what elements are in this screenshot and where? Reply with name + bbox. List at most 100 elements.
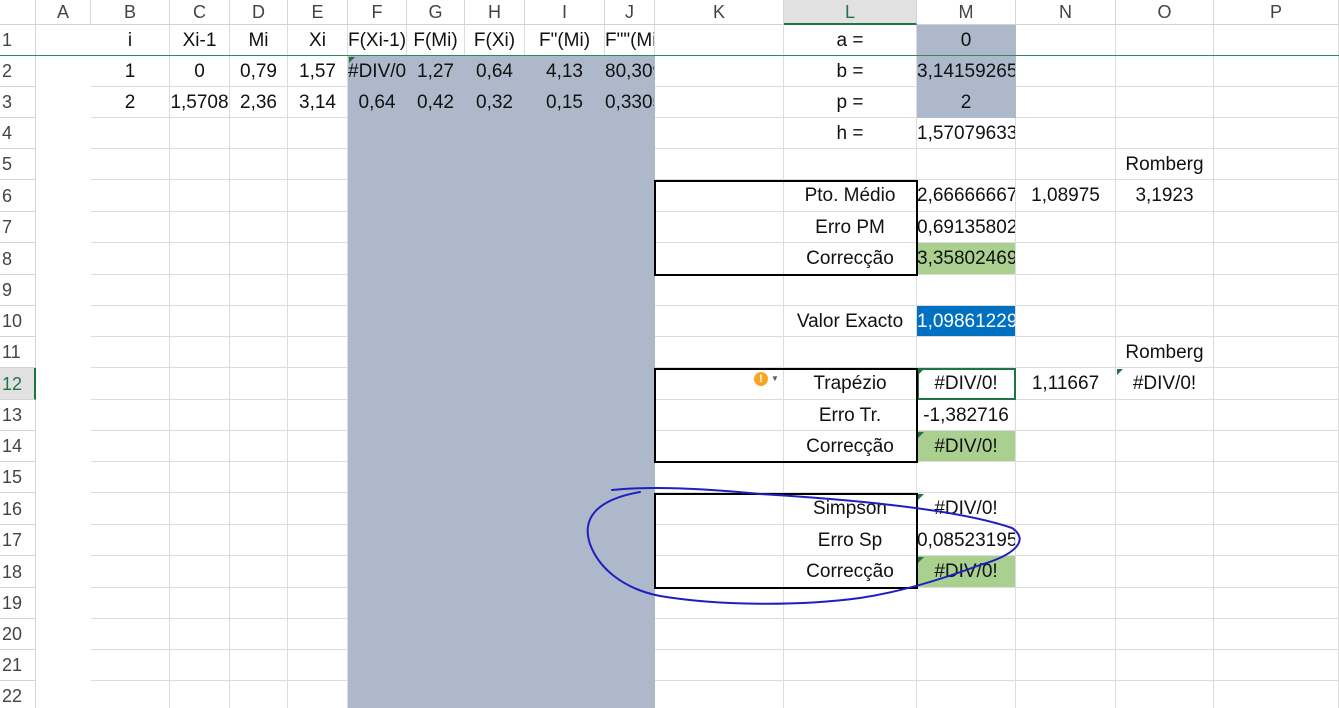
cell-a14[interactable] xyxy=(91,431,170,462)
cell-i18[interactable] xyxy=(605,556,655,588)
cell-d13[interactable] xyxy=(288,400,348,431)
cell-j19[interactable] xyxy=(655,588,784,619)
cell-n3[interactable] xyxy=(1116,87,1214,118)
cell-f20[interactable] xyxy=(407,619,465,650)
cell-i10[interactable] xyxy=(605,306,655,337)
cell-a7[interactable] xyxy=(91,212,170,243)
cell-l15[interactable] xyxy=(917,462,1016,493)
cell-a11[interactable] xyxy=(91,337,170,368)
cell-b12[interactable] xyxy=(170,368,230,400)
cell-b16[interactable] xyxy=(170,493,230,525)
cell-n6[interactable]: 3,1923 xyxy=(1116,180,1214,212)
cell-c3[interactable]: 2,36 xyxy=(230,87,288,118)
cell-g11[interactable] xyxy=(465,337,525,368)
cell-a21[interactable] xyxy=(91,650,170,681)
cell-k4[interactable]: h = xyxy=(784,118,917,149)
cell-n19[interactable] xyxy=(1116,588,1214,619)
cell-c11[interactable] xyxy=(230,337,288,368)
cell-f11[interactable] xyxy=(407,337,465,368)
cell-c19[interactable] xyxy=(230,588,288,619)
cell-l18[interactable]: #DIV/0! xyxy=(917,556,1016,588)
cell-e2[interactable]: #DIV/0 xyxy=(348,56,407,87)
cell-k19[interactable] xyxy=(784,588,917,619)
cell-a3[interactable]: 2 xyxy=(91,87,170,118)
cell-a19[interactable] xyxy=(91,588,170,619)
cell-k14[interactable]: Correcção xyxy=(784,431,917,462)
cell-i21[interactable] xyxy=(605,650,655,681)
cell-l5[interactable] xyxy=(917,149,1016,180)
cell-f8[interactable] xyxy=(407,243,465,275)
cell-l11[interactable] xyxy=(917,337,1016,368)
cell-n20[interactable] xyxy=(1116,619,1214,650)
cell-f17[interactable] xyxy=(407,525,465,556)
cell-k1[interactable]: a = xyxy=(784,25,917,56)
cell-l14[interactable]: #DIV/0! xyxy=(917,431,1016,462)
cell-f15[interactable] xyxy=(407,462,465,493)
cell-d15[interactable] xyxy=(288,462,348,493)
cell-b3[interactable]: 1,5708 xyxy=(170,87,230,118)
cell-k5[interactable] xyxy=(784,149,917,180)
cell-g19[interactable] xyxy=(465,588,525,619)
cell-h8[interactable] xyxy=(525,243,605,275)
cell-l9[interactable] xyxy=(917,275,1016,306)
cell-f3[interactable]: 0,42 xyxy=(407,87,465,118)
cell-i1[interactable]: F""(Mi) xyxy=(605,25,655,56)
cell-b8[interactable] xyxy=(170,243,230,275)
cell-a12[interactable] xyxy=(91,368,170,400)
row-header-5[interactable]: 5 xyxy=(0,149,36,180)
cell-j18[interactable] xyxy=(655,556,784,588)
cell-n11[interactable]: Romberg xyxy=(1116,337,1214,368)
cell-m19[interactable] xyxy=(1016,588,1116,619)
cell-j5[interactable] xyxy=(655,149,784,180)
cell-a1[interactable]: i xyxy=(91,25,170,56)
row-header-7[interactable]: 7 xyxy=(0,212,36,243)
cell-m22[interactable] xyxy=(1016,681,1116,708)
cell-b6[interactable] xyxy=(170,180,230,212)
row-header-22[interactable]: 22 xyxy=(0,681,36,708)
cell-j20[interactable] xyxy=(655,619,784,650)
cell-n21[interactable] xyxy=(1116,650,1214,681)
cell-h12[interactable] xyxy=(525,368,605,400)
cell-e14[interactable] xyxy=(348,431,407,462)
cell-m1[interactable] xyxy=(1016,25,1116,56)
column-header-e[interactable]: E xyxy=(288,0,348,25)
cell-o22[interactable] xyxy=(1214,681,1339,708)
cell-d12[interactable] xyxy=(288,368,348,400)
cell-h14[interactable] xyxy=(525,431,605,462)
cell-k16[interactable]: Simpson xyxy=(784,493,917,525)
cell-g21[interactable] xyxy=(465,650,525,681)
cell-m2[interactable] xyxy=(1016,56,1116,87)
cell-h2[interactable]: 4,13 xyxy=(525,56,605,87)
cell-f21[interactable] xyxy=(407,650,465,681)
cell-a20[interactable] xyxy=(91,619,170,650)
cell-k10[interactable]: Valor Exacto xyxy=(784,306,917,337)
select-all-corner[interactable] xyxy=(0,0,36,25)
cell-k12[interactable]: Trapézio xyxy=(784,368,917,400)
cell-i5[interactable] xyxy=(605,149,655,180)
cell-n7[interactable] xyxy=(1116,212,1214,243)
cell-d10[interactable] xyxy=(288,306,348,337)
cell-b11[interactable] xyxy=(170,337,230,368)
cell-g15[interactable] xyxy=(465,462,525,493)
cell-d8[interactable] xyxy=(288,243,348,275)
cell-k20[interactable] xyxy=(784,619,917,650)
row-header-20[interactable]: 20 xyxy=(0,619,36,650)
column-header-o[interactable]: O xyxy=(1116,0,1214,25)
row-header-17[interactable]: 17 xyxy=(0,525,36,556)
cell-m16[interactable] xyxy=(1016,493,1116,525)
cell-f10[interactable] xyxy=(407,306,465,337)
cell-g12[interactable] xyxy=(465,368,525,400)
cell-i6[interactable] xyxy=(605,180,655,212)
row-header-14[interactable]: 14 xyxy=(0,431,36,462)
cell-n9[interactable] xyxy=(1116,275,1214,306)
cell-o3[interactable] xyxy=(1214,87,1339,118)
cell-o2[interactable] xyxy=(1214,56,1339,87)
cell-l21[interactable] xyxy=(917,650,1016,681)
cell-h17[interactable] xyxy=(525,525,605,556)
cell-i22[interactable] xyxy=(605,681,655,708)
cell-h22[interactable] xyxy=(525,681,605,708)
cell-a4[interactable] xyxy=(91,118,170,149)
cell-o12[interactable] xyxy=(1214,368,1339,400)
cell-f4[interactable] xyxy=(407,118,465,149)
cell-o19[interactable] xyxy=(1214,588,1339,619)
